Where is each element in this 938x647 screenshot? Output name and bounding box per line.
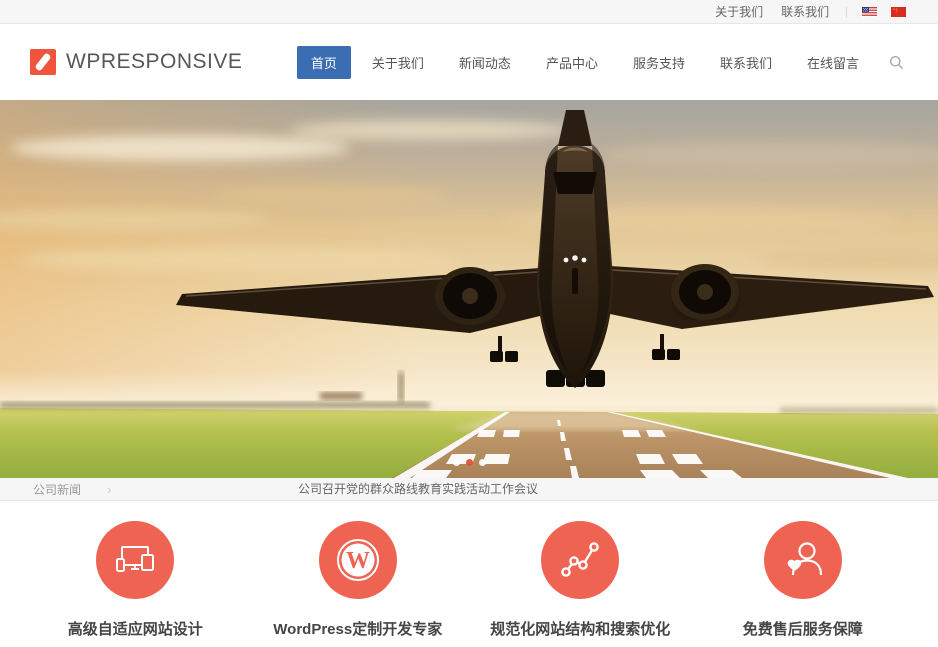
nav-item-about[interactable]: 关于我们	[358, 46, 438, 79]
main-nav: 首页 关于我们 新闻动态 产品中心 服务支持 联系我们 在线留言	[290, 46, 908, 79]
site-title: WPRESPONSIVE	[66, 50, 242, 74]
ticker-category-label: 公司新闻	[33, 481, 81, 498]
seo-chart-icon[interactable]	[541, 521, 619, 599]
topbar-link-about[interactable]: 关于我们	[715, 3, 763, 20]
topbar: 关于我们 联系我们 |	[0, 0, 938, 24]
us-flag-icon[interactable]	[862, 7, 877, 17]
features-section: 高级自适应网站设计 我们设计开发的响应式WordPress高级企业主题， W W…	[0, 501, 938, 647]
chevron-right-icon: ›	[107, 482, 111, 497]
ticker-headline-link[interactable]: 公司召开党的群众路线教育实践活动工作会议	[298, 478, 538, 501]
hero-slider[interactable]	[0, 100, 938, 478]
feature-wordpress-dev: W WordPress定制开发专家 WPYOU是国内专业提供WordPress网…	[247, 521, 470, 647]
slider-dot-3[interactable]	[479, 459, 486, 466]
news-ticker: 公司新闻 › 公司召开党的群众路线教育实践活动工作会议	[0, 478, 938, 501]
feature-title: 高级自适应网站设计	[68, 618, 203, 639]
slider-dot-1[interactable]	[453, 459, 460, 466]
nav-item-contact[interactable]: 联系我们	[706, 46, 786, 79]
nav-item-home[interactable]: 首页	[297, 46, 351, 79]
nav-item-guestbook[interactable]: 在线留言	[793, 46, 873, 79]
feature-responsive-design: 高级自适应网站设计 我们设计开发的响应式WordPress高级企业主题，	[24, 521, 247, 647]
nav-item-news[interactable]: 新闻动态	[445, 46, 525, 79]
cn-flag-icon[interactable]	[891, 7, 906, 17]
topbar-link-contact[interactable]: 联系我们	[781, 3, 829, 20]
site-header: WPRESPONSIVE 首页 关于我们 新闻动态 产品中心 服务支持 联系我们…	[0, 24, 938, 100]
feature-title: 规范化网站结构和搜索优化	[490, 618, 670, 639]
nav-item-support[interactable]: 服务支持	[619, 46, 699, 79]
hero-airplane-image	[0, 100, 938, 478]
feature-title: WordPress定制开发专家	[273, 618, 442, 639]
feature-after-sales: 免费售后服务保障 我们为客户提供长期及时的在线售后服务支持、免	[692, 521, 915, 647]
svg-text:W: W	[346, 548, 370, 574]
wordpress-icon[interactable]: W	[319, 521, 397, 599]
wpresponsive-logo-icon	[30, 49, 56, 75]
customer-care-icon[interactable]	[764, 521, 842, 599]
slider-dots	[0, 459, 938, 466]
search-icon[interactable]	[885, 51, 908, 74]
nav-item-products[interactable]: 产品中心	[532, 46, 612, 79]
site-logo[interactable]: WPRESPONSIVE	[30, 49, 242, 75]
feature-seo-structure: 规范化网站结构和搜索优化 简洁高效的规范化代码结构可以更好地保证网站的	[469, 521, 692, 647]
slider-dot-2-active[interactable]	[466, 459, 473, 466]
topbar-divider: |	[845, 6, 848, 18]
feature-title: 免费售后服务保障	[743, 618, 863, 639]
responsive-devices-icon[interactable]	[96, 521, 174, 599]
